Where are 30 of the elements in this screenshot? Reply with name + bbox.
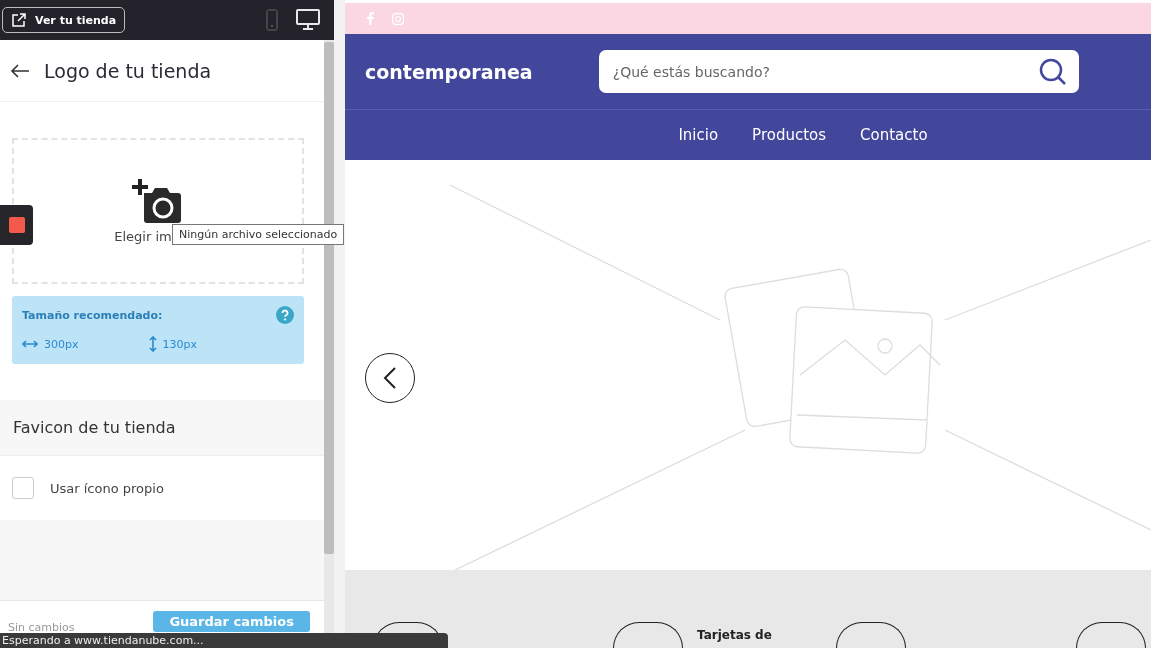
height-value: 130px bbox=[162, 337, 197, 351]
recommended-size-title: Tamaño recomendado: bbox=[22, 308, 163, 322]
browser-status-bar: Esperando a www.tiendanube.com... bbox=[0, 633, 448, 648]
section-title: Favicon de tu tienda bbox=[13, 418, 176, 437]
desktop-view-button[interactable] bbox=[296, 9, 320, 31]
search-icon[interactable] bbox=[1038, 57, 1067, 86]
back-button[interactable] bbox=[10, 62, 30, 79]
checkbox-label: Usar ícono propio bbox=[50, 480, 164, 496]
store-logo-text[interactable]: contemporanea bbox=[365, 60, 533, 83]
help-icon[interactable] bbox=[276, 306, 294, 324]
checkbox[interactable] bbox=[12, 477, 34, 499]
nav-link[interactable]: Productos bbox=[752, 126, 827, 144]
tooltip: Ningún archivo seleccionado bbox=[172, 224, 345, 245]
add-camera-icon bbox=[132, 178, 184, 225]
chevron-left-icon bbox=[383, 366, 397, 390]
vertical-arrow-icon bbox=[148, 336, 157, 352]
horizontal-arrow-icon bbox=[22, 340, 38, 348]
search-field[interactable]: ¿Qué estás buscando? bbox=[598, 50, 1079, 93]
feature-title: Tarjetas de bbox=[697, 628, 772, 642]
panel-title: Logo de tu tienda bbox=[44, 59, 212, 82]
nav-link[interactable]: Inicio bbox=[678, 126, 719, 144]
view-store-button[interactable]: Ver tu tienda bbox=[2, 7, 126, 33]
save-status: Sin cambios bbox=[8, 621, 75, 634]
upload-label: Elegir im bbox=[114, 228, 172, 244]
mobile-view-button[interactable] bbox=[266, 9, 278, 31]
previous-slide-button[interactable] bbox=[365, 353, 415, 403]
external-link-icon bbox=[11, 12, 27, 28]
nav-link[interactable]: Contacto bbox=[860, 126, 928, 144]
record-button[interactable] bbox=[0, 205, 33, 245]
width-value: 300px bbox=[44, 337, 79, 351]
